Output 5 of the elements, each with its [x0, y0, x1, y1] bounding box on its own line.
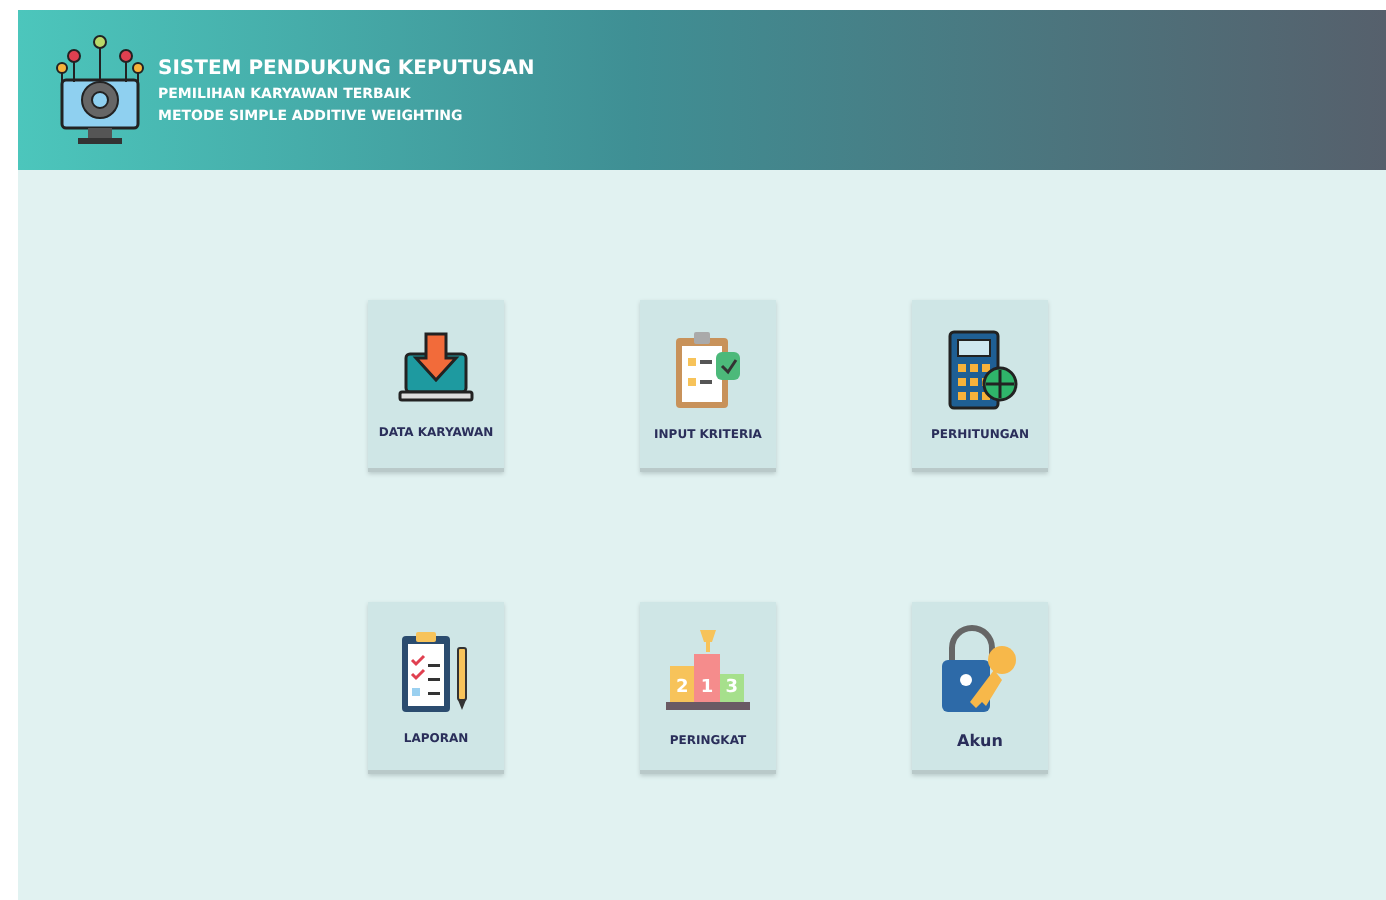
app-title: SISTEM PENDUKUNG KEPUTUSAN — [158, 57, 535, 79]
podium-number: 1 — [700, 677, 714, 697]
podium-number: 2 — [676, 677, 689, 697]
podium-number: 3 — [725, 677, 738, 697]
menu-tile[interactable]: Akun — [912, 602, 1048, 774]
